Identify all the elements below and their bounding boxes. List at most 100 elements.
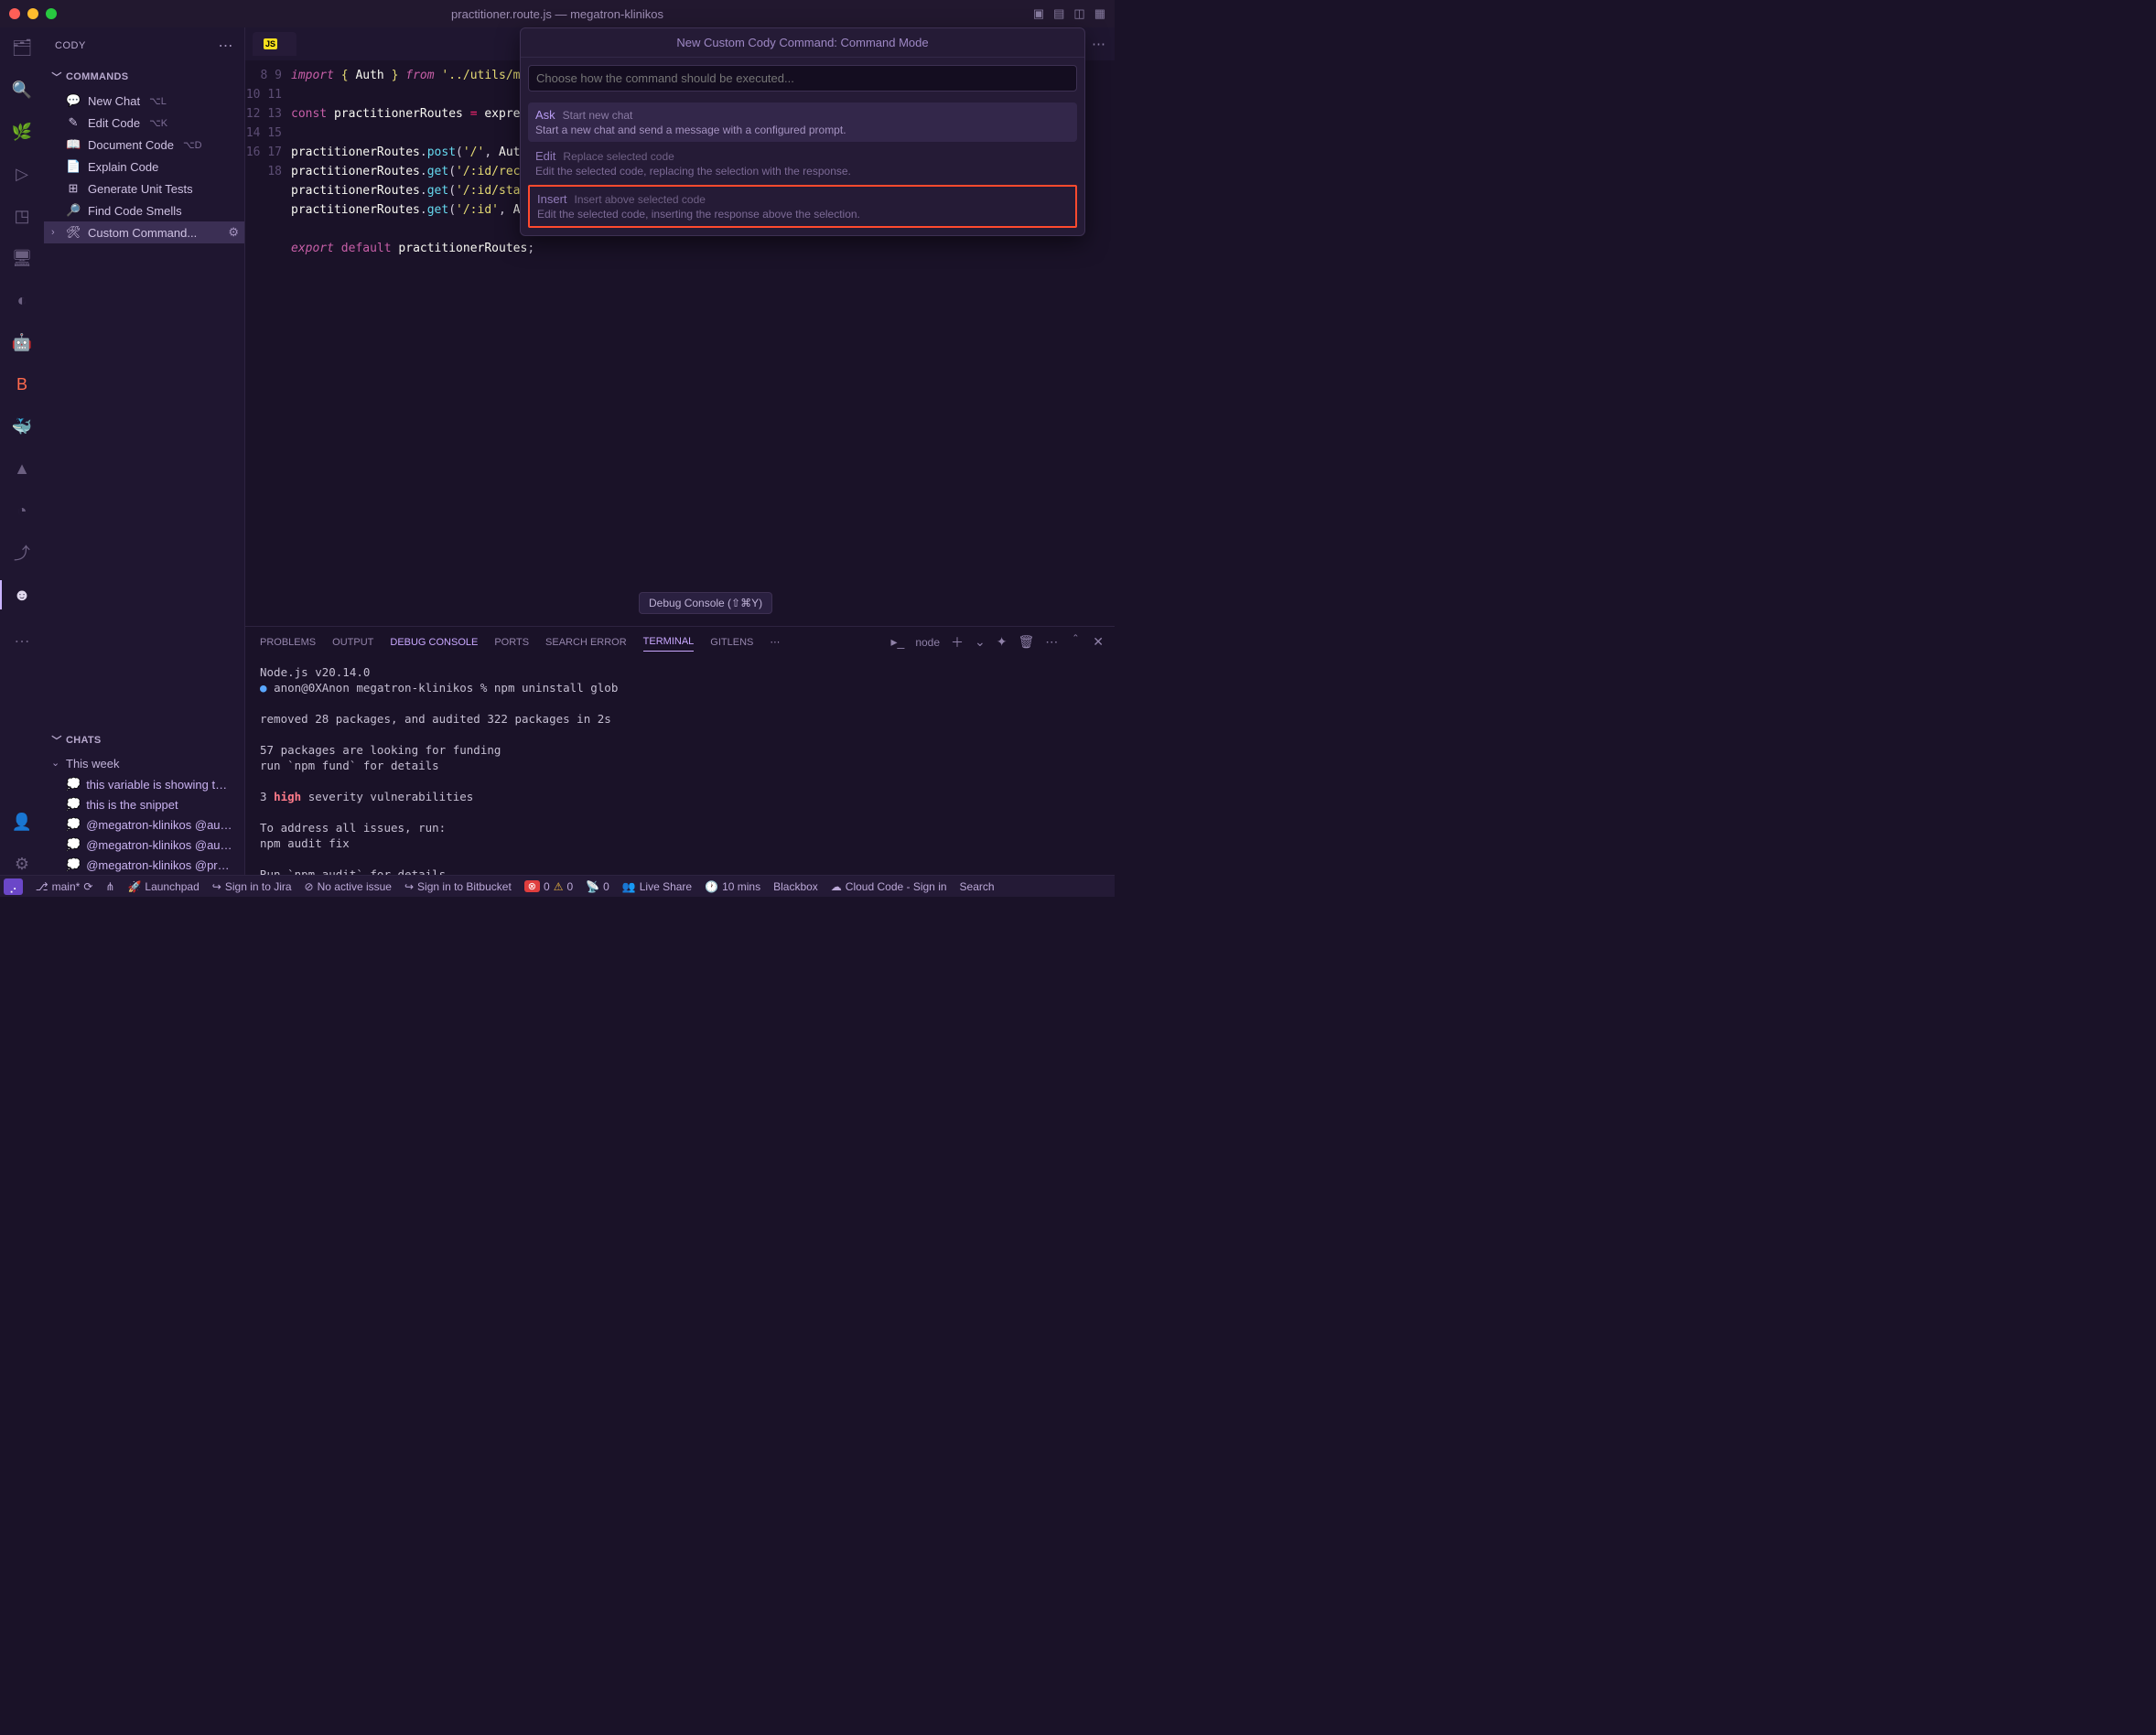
- atlas-icon[interactable]: ▲: [11, 458, 33, 480]
- search-status[interactable]: Search: [960, 880, 995, 893]
- chat-item[interactable]: 💭this is the snippet: [44, 794, 244, 814]
- chat-item[interactable]: 💭@megatron-klinikos @au…: [44, 835, 244, 855]
- problems-count[interactable]: ⊗ 0 ⚠ 0: [524, 880, 573, 893]
- settings-icon[interactable]: ⚙: [11, 853, 33, 875]
- panel-tab-terminal[interactable]: TERMINAL: [643, 632, 695, 652]
- panel-tab-more-icon[interactable]: ⋯: [770, 632, 780, 652]
- tab-practitioner-route[interactable]: JS: [253, 32, 296, 56]
- git-graph-icon[interactable]: ⋔: [105, 880, 114, 893]
- panel-tab-output[interactable]: OUTPUT: [332, 633, 373, 652]
- palette-title: New Custom Cody Command: Command Mode: [521, 28, 1084, 58]
- chat-item[interactable]: 💭this variable is showing t…: [44, 774, 244, 794]
- debug-console-tooltip: Debug Console (⇧⌘Y): [639, 592, 772, 614]
- cmd-edit-code[interactable]: ✎ Edit Code ⌥K: [44, 112, 244, 134]
- gear-icon[interactable]: ⚙: [228, 225, 239, 240]
- ai-assist-icon[interactable]: ◔: [11, 500, 33, 522]
- palette-input[interactable]: [528, 65, 1077, 92]
- sidebar-title: CODY: [55, 40, 86, 51]
- chat-group-this-week[interactable]: ⌄ This week: [44, 753, 244, 774]
- launchpad[interactable]: 🚀 Launchpad: [127, 880, 199, 893]
- layout-customize-icon[interactable]: ▦: [1094, 6, 1105, 21]
- cody-task-icon[interactable]: ◐: [11, 289, 33, 311]
- panel-tab-search-error[interactable]: SEARCH ERROR: [545, 633, 627, 652]
- panel-maximize-icon[interactable]: ＾: [1069, 633, 1082, 652]
- cmd-new-chat[interactable]: 💬 New Chat ⌥L: [44, 90, 244, 112]
- panel-tab-gitlens[interactable]: GITLENS: [710, 633, 753, 652]
- terminal-shell-icon[interactable]: ▸_: [890, 634, 904, 650]
- sidebar-more-icon[interactable]: ⋯: [219, 37, 234, 55]
- cmd-label: Explain Code: [88, 160, 158, 174]
- source-control-icon[interactable]: 🌿: [11, 121, 33, 143]
- port-count: 0: [603, 880, 609, 893]
- window-zoom-icon[interactable]: [46, 8, 57, 19]
- panel-tab-debug-console[interactable]: DEBUG CONSOLE: [390, 633, 478, 652]
- panel-tab-problems[interactable]: PROBLEMS: [260, 633, 316, 652]
- doc-icon: 📄: [66, 159, 81, 174]
- cmd-shortcut: ⌥L: [149, 95, 167, 107]
- chat-group-label: This week: [66, 757, 120, 771]
- docker-icon[interactable]: 🐳: [11, 415, 33, 437]
- chat-title: @megatron-klinikos @au…: [86, 818, 232, 832]
- account-icon[interactable]: 👤: [11, 811, 33, 833]
- share-icon[interactable]: ⤴: [11, 542, 33, 564]
- js-file-icon: JS: [264, 38, 277, 49]
- chat-item[interactable]: 💭 @megatron-klinikos @au…: [44, 814, 244, 835]
- tab-filename: [283, 38, 286, 50]
- extensions-icon[interactable]: ◳: [11, 205, 33, 227]
- cmd-custom-command[interactable]: › 🛠 Custom Command... ⚙: [44, 221, 244, 243]
- term-line: npm audit fix: [260, 836, 350, 850]
- terminal-shell-label[interactable]: node: [915, 636, 940, 649]
- active-issue[interactable]: ⊘ No active issue: [305, 880, 392, 893]
- term-prompt: anon@0XAnon megatron-klinikos %: [274, 681, 487, 695]
- error-count: 0: [544, 880, 550, 893]
- palette-option-ask[interactable]: Ask Start new chat Start a new chat and …: [528, 102, 1077, 142]
- window-close-icon[interactable]: [9, 8, 20, 19]
- opt-sub: Start new chat: [563, 109, 633, 122]
- window-minimize-icon[interactable]: [27, 8, 38, 19]
- more-ext-icon[interactable]: …: [11, 626, 33, 648]
- terminal-kill-icon[interactable]: 🗑: [1018, 634, 1034, 650]
- terminal-new-icon[interactable]: ＋: [951, 633, 964, 652]
- cody-icon[interactable]: ☻: [11, 584, 33, 606]
- terminal-split-dropdown-icon[interactable]: ⌄: [975, 634, 986, 650]
- cmd-explain-code[interactable]: 📄 Explain Code: [44, 156, 244, 178]
- live-share[interactable]: 👥 Live Share: [622, 880, 692, 893]
- cmd-generate-tests[interactable]: ⊞ Generate Unit Tests: [44, 178, 244, 199]
- layout-primary-icon[interactable]: ▣: [1033, 6, 1044, 21]
- git-branch[interactable]: ⎇ main* ⟳: [36, 880, 93, 893]
- run-debug-icon[interactable]: ▷: [11, 163, 33, 185]
- palette-option-insert[interactable]: Insert Insert above selected code Edit t…: [528, 185, 1077, 228]
- commands-section-head[interactable]: ﹀ COMMANDS: [44, 64, 244, 90]
- panel-close-icon[interactable]: ✕: [1093, 634, 1104, 650]
- chats-section-head[interactable]: ﹀ CHATS: [44, 727, 244, 753]
- terminal-body[interactable]: Node.js v20.14.0 ● anon@0XAnon megatron-…: [245, 657, 1115, 875]
- search-icon[interactable]: 🔍: [11, 79, 33, 101]
- panel-tab-ports[interactable]: PORTS: [494, 633, 529, 652]
- more-icon[interactable]: ⋯: [1092, 36, 1105, 52]
- explorer-icon[interactable]: 🗂: [11, 37, 33, 59]
- bitbucket-signin[interactable]: ↪ Sign in to Bitbucket: [404, 880, 512, 893]
- layout-panel-icon[interactable]: ▤: [1053, 6, 1064, 21]
- chat-bubble-icon: 💭: [66, 797, 81, 812]
- jira-signin[interactable]: ↪ Sign in to Jira: [212, 880, 292, 893]
- chat-bubble-icon: 💭: [66, 817, 81, 832]
- window-title: practitioner.route.js — megatron-kliniko…: [451, 7, 663, 21]
- remote-indicator[interactable]: ⡠: [4, 878, 23, 895]
- bot-icon[interactable]: 🤖: [11, 331, 33, 353]
- layout-secondary-icon[interactable]: ◫: [1073, 6, 1084, 21]
- chat-title: this variable is showing t…: [86, 778, 227, 792]
- chat-item[interactable]: 💭@megatron-klinikos @pr…: [44, 855, 244, 875]
- command-palette: New Custom Cody Command: Command Mode As…: [520, 27, 1085, 236]
- remote-icon[interactable]: 🖥: [11, 247, 33, 269]
- cmd-find-smells[interactable]: 🔎 Find Code Smells: [44, 199, 244, 221]
- blackbox[interactable]: Blackbox: [773, 880, 818, 893]
- cmd-document-code[interactable]: 📖 Document Code ⌥D: [44, 134, 244, 156]
- terminal-more-icon[interactable]: ⋯: [1045, 634, 1058, 650]
- ports-forwarded[interactable]: 📡 0: [586, 880, 609, 893]
- cloud-code[interactable]: ☁ Cloud Code - Sign in: [831, 880, 947, 893]
- time-indicator[interactable]: 🕐 10 mins: [705, 880, 760, 893]
- b-ext-icon[interactable]: B: [11, 373, 33, 395]
- terminal-ai-icon[interactable]: ✦: [997, 634, 1008, 650]
- palette-option-edit[interactable]: Edit Replace selected code Edit the sele…: [528, 144, 1077, 183]
- launchpad-label: Launchpad: [145, 880, 199, 893]
